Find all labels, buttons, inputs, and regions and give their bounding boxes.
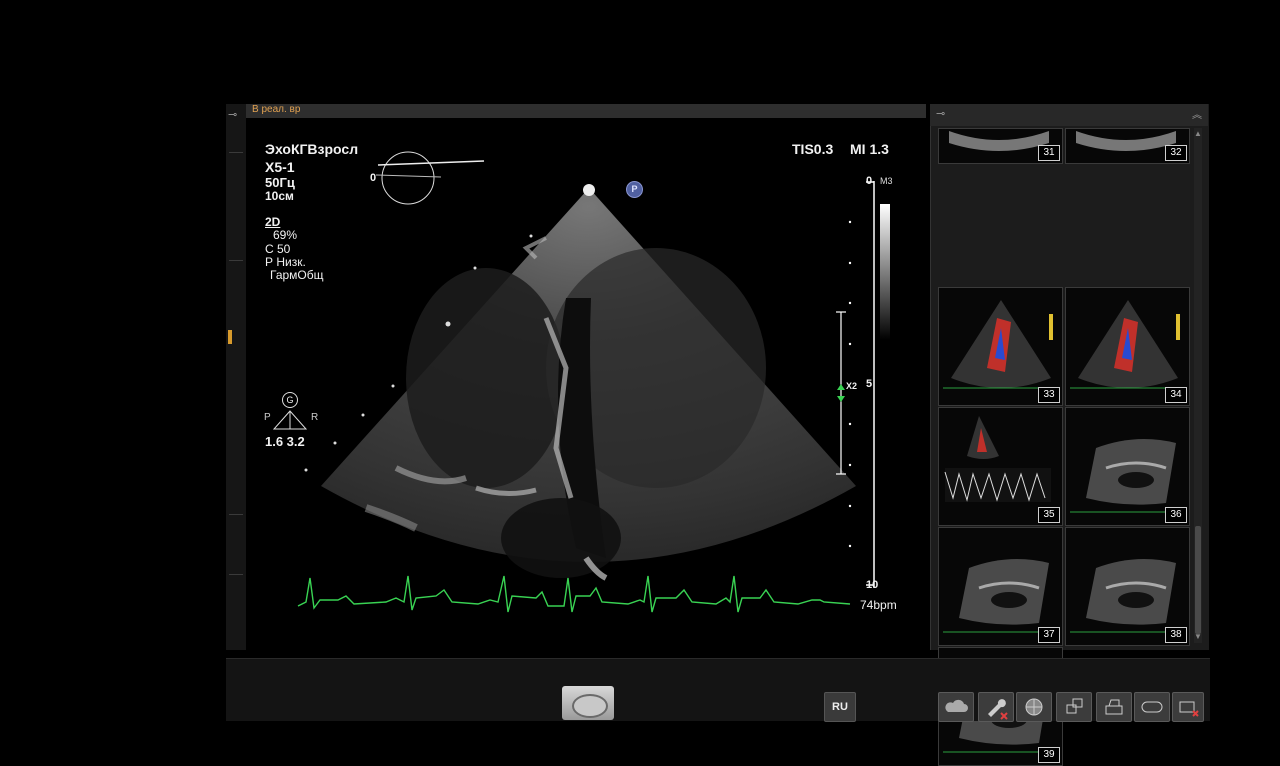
thumbnail-number: 31 <box>1038 145 1060 161</box>
resolution-label: Р Низк. <box>265 255 306 269</box>
pin-icon[interactable]: ⊸ <box>228 108 237 121</box>
viewport-tab-bar <box>246 104 926 118</box>
disconnect-icon <box>1179 701 1199 717</box>
left-strip-marker <box>228 330 232 344</box>
language-button[interactable]: RU <box>824 692 856 722</box>
service-button[interactable] <box>978 692 1014 722</box>
thumbnail-panel-header <box>930 104 1208 126</box>
depth-scale-bottom: 10 <box>866 579 879 591</box>
network-icon <box>1066 698 1083 714</box>
compression-label: С 50 <box>265 242 291 256</box>
left-tool-strip <box>226 104 247 650</box>
thumbnail-36[interactable]: 36 <box>1065 407 1190 526</box>
thumbnail-number: 38 <box>1165 627 1187 643</box>
print-button[interactable] <box>1096 692 1132 722</box>
thumbnail-33[interactable]: 33 <box>938 287 1063 406</box>
harmonics-label: ГармОбщ <box>270 268 324 282</box>
thumbnail-number: 32 <box>1165 145 1187 161</box>
mi-label: MI 1.3 <box>850 141 889 157</box>
thumbnail-35[interactable]: 35 <box>938 407 1063 526</box>
ultrasound-image <box>272 151 890 613</box>
depth-label: 10см <box>265 189 294 203</box>
focus-values: 1.6 3.2 <box>265 434 305 449</box>
preset-label: ЭхоКГВзросл <box>265 141 359 157</box>
frame-rate-label: 50Гц <box>265 175 295 190</box>
orientation-right-label: R <box>311 412 319 423</box>
eject-icon <box>1141 701 1163 713</box>
panel-collapse-icon[interactable]: ︽ <box>1192 106 1202 121</box>
thumbnail-number: 33 <box>1038 387 1060 403</box>
mode-label: 2D <box>265 215 281 229</box>
trackball-icon <box>572 694 608 718</box>
network-globe-button[interactable] <box>1016 692 1052 722</box>
thumbnail-number: 39 <box>1038 747 1060 763</box>
heart-rate-label: 74bpm <box>860 598 897 612</box>
thumbnail-32[interactable]: 32 <box>1065 128 1190 164</box>
panel-pin-icon[interactable]: ⊸ <box>936 107 945 120</box>
tis-label: TIS0.3 <box>792 141 834 157</box>
disconnect-button[interactable] <box>1172 692 1204 722</box>
angle-label: 0 <box>370 172 377 184</box>
depth-scale-mid: 5 <box>866 378 873 390</box>
thumbnail-number: 34 <box>1165 387 1187 403</box>
scrollbar-thumb[interactable] <box>1195 526 1201 634</box>
cloud-button[interactable] <box>938 692 974 722</box>
eject-button[interactable] <box>1134 692 1170 722</box>
thumbnail-number: 36 <box>1165 507 1187 523</box>
wrench-icon <box>988 699 1008 720</box>
scroll-up-icon[interactable]: ▲ <box>1194 129 1202 138</box>
thumbnail-37[interactable]: 37 <box>938 527 1063 646</box>
gain-label: 69% <box>273 228 298 242</box>
cloud-icon <box>945 699 968 712</box>
globe-icon <box>1025 698 1043 716</box>
thumbnail-38[interactable]: 38 <box>1065 527 1190 646</box>
p-marker-badge: P <box>626 181 643 198</box>
depth-scale-top: 0 <box>866 175 873 187</box>
thumbnail-34[interactable]: 34 <box>1065 287 1190 406</box>
printer-icon <box>1105 699 1123 715</box>
probe-label: X5-1 <box>265 159 295 175</box>
network-button[interactable] <box>1056 692 1092 722</box>
thumbnail-number: 37 <box>1038 627 1060 643</box>
thumbnail-31[interactable]: 31 <box>938 128 1063 164</box>
zoom-label: X2 <box>846 381 858 391</box>
g-badge: G <box>282 392 298 408</box>
thumbnail-number: 35 <box>1038 507 1060 523</box>
orientation-left-label: P <box>264 412 271 423</box>
tab-realtime[interactable]: В реал. вр <box>252 104 300 115</box>
scale-unit-label: М3 <box>880 176 893 186</box>
